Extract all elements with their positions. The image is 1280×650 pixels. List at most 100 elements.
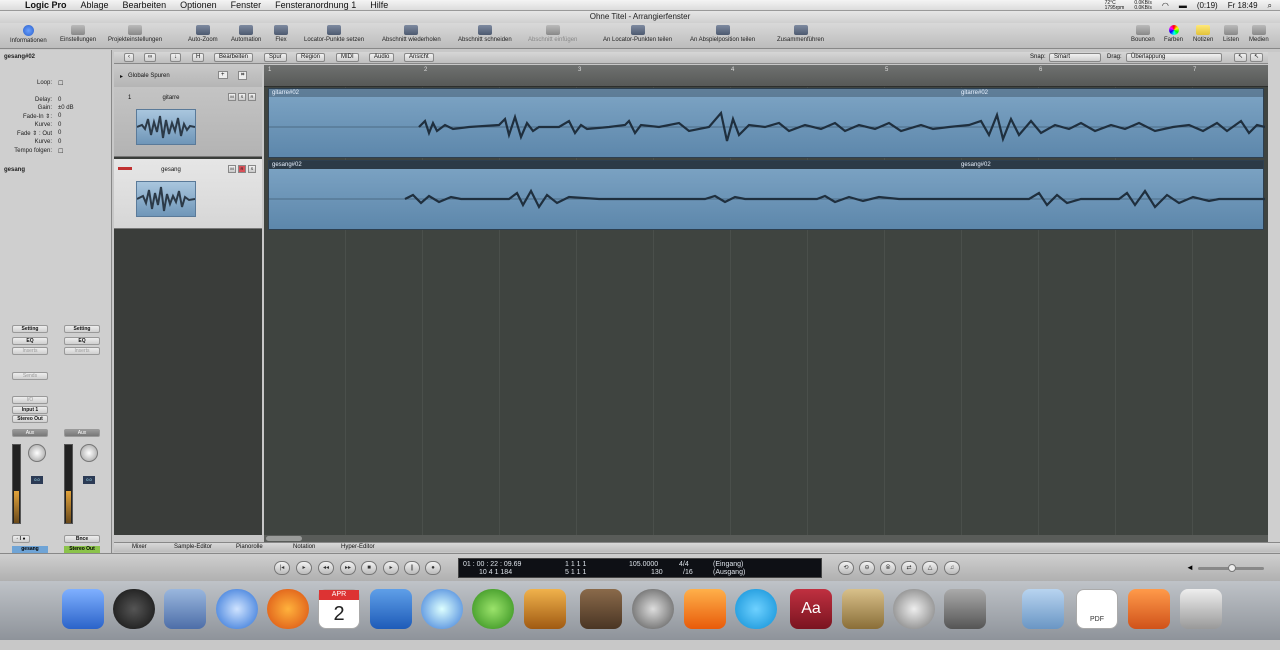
menu-app[interactable]: Logic Pro [18,0,74,10]
rewind-button[interactable]: ◂◂ [318,561,334,575]
inspector-row[interactable]: Fade ⇕ : Out 0 [0,130,110,138]
iphoto-icon[interactable] [524,589,566,629]
audio-region-gesang[interactable]: gesang#02 gesang#02 [268,160,1265,230]
track-gitarre[interactable]: 1 gitarre MSR [114,87,262,157]
notizen-button[interactable]: Notizen [1193,25,1213,43]
strip-name[interactable]: gesang [12,546,48,553]
metronome-button[interactable]: △ [922,561,938,575]
menu-fensteranordnung[interactable]: Fensteranordnung 1 [268,0,363,10]
menu-spur[interactable]: Spur [264,53,287,62]
transport-display[interactable]: 01 : 00 : 22 : 09.69 10 4 1 184 1 1 1 1 … [458,558,822,578]
inspector-row[interactable]: Gain: ±0 dB [0,105,110,113]
audio-region-gitarre[interactable]: gitarre#02 gitarre#02 [268,88,1265,158]
menu-audio[interactable]: Audio [369,53,395,62]
track-name[interactable]: gesang [156,167,186,173]
adium-icon[interactable] [472,589,514,629]
pan-knob[interactable] [28,444,46,462]
network-readout[interactable]: 0.0KB/s 0.0KB/s [1134,0,1152,11]
flag-icon[interactable]: ▬ [1179,1,1187,10]
forward-button[interactable]: ▸▸ [340,561,356,575]
tab-mixer[interactable]: Mixer [132,544,147,550]
vlc-icon[interactable] [684,589,726,629]
inspector-row[interactable]: Fade-In ⇕: 0 [0,113,110,121]
abschnitt-schneiden-button[interactable]: Abschnitt schneiden [458,25,512,43]
menu-region[interactable]: Region [296,53,326,62]
auto-zoom-button[interactable]: Auto-Zoom [188,25,218,43]
battery-readout[interactable]: (0:19) [1197,1,1218,10]
mute-solo-buttons[interactable]: ◦ I ● [12,535,30,543]
drag-select[interactable]: Überlappung [1126,53,1222,62]
inspector-row[interactable]: Kurve: 0 [0,139,110,147]
skype-icon[interactable] [735,589,777,629]
output-button[interactable]: Stereo Out [12,415,48,423]
play-button[interactable]: ▸ [383,561,399,575]
menu-fenster[interactable]: Fenster [224,0,269,10]
pan-knob[interactable] [80,444,98,462]
solo-button[interactable]: ⦾ [880,561,896,575]
pdf-document-icon[interactable]: PDF [1076,589,1118,629]
input-button[interactable]: Input 1 [12,406,48,414]
automation-button[interactable]: Automation [231,25,261,43]
menu-hilfe[interactable]: Hilfe [363,0,395,10]
eq-button[interactable]: EQ [12,337,48,345]
stop-button[interactable]: ■ [361,561,377,575]
loop-row[interactable]: Loop: ☐ [0,80,110,88]
solo-button[interactable]: S [238,93,246,101]
tab-hyper-editor[interactable]: Hyper-Editor [341,544,375,550]
pause-button[interactable]: || [404,561,420,575]
mute-button[interactable]: M [228,93,236,101]
aux-button[interactable]: Aux [64,429,100,437]
system-preferences-icon[interactable] [893,589,935,629]
menu-bearbeiten-arrange[interactable]: Bearbeiten [214,53,254,62]
hide-icon[interactable]: H [192,53,205,62]
pencil-tool-icon[interactable]: ↖ [1250,53,1264,62]
word-icon[interactable] [370,589,412,629]
projekteinstellungen-button[interactable]: Projekteinstellungen [108,25,162,43]
volume-fader[interactable] [12,444,21,524]
tuner-button[interactable]: ♫ [944,561,960,575]
garageband-icon[interactable] [580,589,622,629]
menu-ablage[interactable]: Ablage [74,0,116,10]
medien-button[interactable]: Medien [1249,25,1269,43]
record-button[interactable]: R [238,165,246,173]
listen-button[interactable]: Listen [1223,25,1239,43]
tab-sample-editor[interactable]: Sample-Editor [174,544,212,550]
clock[interactable]: Fr 18:49 [1228,1,1258,10]
bounce-button[interactable]: Bnce [64,535,100,543]
vertical-scrollbar[interactable] [1268,52,1280,542]
einstellungen-button[interactable]: Einstellungen [60,25,96,43]
record-button[interactable]: R [248,93,256,101]
strip-name[interactable]: Stereo Out [64,546,100,553]
spotlight-icon[interactable]: ⌕ [1268,1,1272,11]
address-book-icon[interactable] [842,589,884,629]
aux-button[interactable]: Aux [12,429,48,437]
logic-icon[interactable] [632,589,674,629]
menu-ansicht[interactable]: Ansicht [404,53,434,62]
solo-button[interactable]: S [248,165,256,173]
disclosure-triangle-icon[interactable]: ▸ [120,73,123,80]
go-to-start-button[interactable]: |◂ [274,561,290,575]
volume-fader[interactable] [64,444,73,524]
track-name[interactable]: gitarre [156,95,186,101]
snap-select[interactable]: Smart [1049,53,1101,62]
eq-button[interactable]: EQ [64,337,100,345]
safari-icon[interactable] [216,589,258,629]
firefox-icon[interactable] [267,589,309,629]
bar-ruler[interactable]: 1 2 3 4 5 6 7 [264,65,1268,87]
imovie-icon[interactable] [944,589,986,629]
catch-icon[interactable]: ↓ [170,53,181,62]
add-track-button[interactable]: + [218,71,228,79]
mail-icon[interactable] [164,589,206,629]
record-button[interactable]: ● [425,561,441,575]
setting-button[interactable]: Setting [64,325,100,333]
arrange-area[interactable]: 1 2 3 4 5 6 7 gitarre#02 gitarre#02 gesa… [264,65,1268,535]
abschnitt-einfuegen-button[interactable]: Abschnitt einfügen [528,25,577,43]
tab-notation[interactable]: Notation [293,544,315,550]
folder-icon[interactable] [1022,589,1064,629]
inspector-row[interactable]: Kurve: 0 [0,122,110,130]
wifi-icon[interactable]: ◠ [1162,1,1169,10]
track-options-button[interactable]: ⌗ [238,71,248,80]
menu-midi[interactable]: MIDI [336,53,359,62]
loop-checkbox[interactable]: ☐ [58,80,63,87]
trash-icon[interactable] [1180,589,1222,629]
